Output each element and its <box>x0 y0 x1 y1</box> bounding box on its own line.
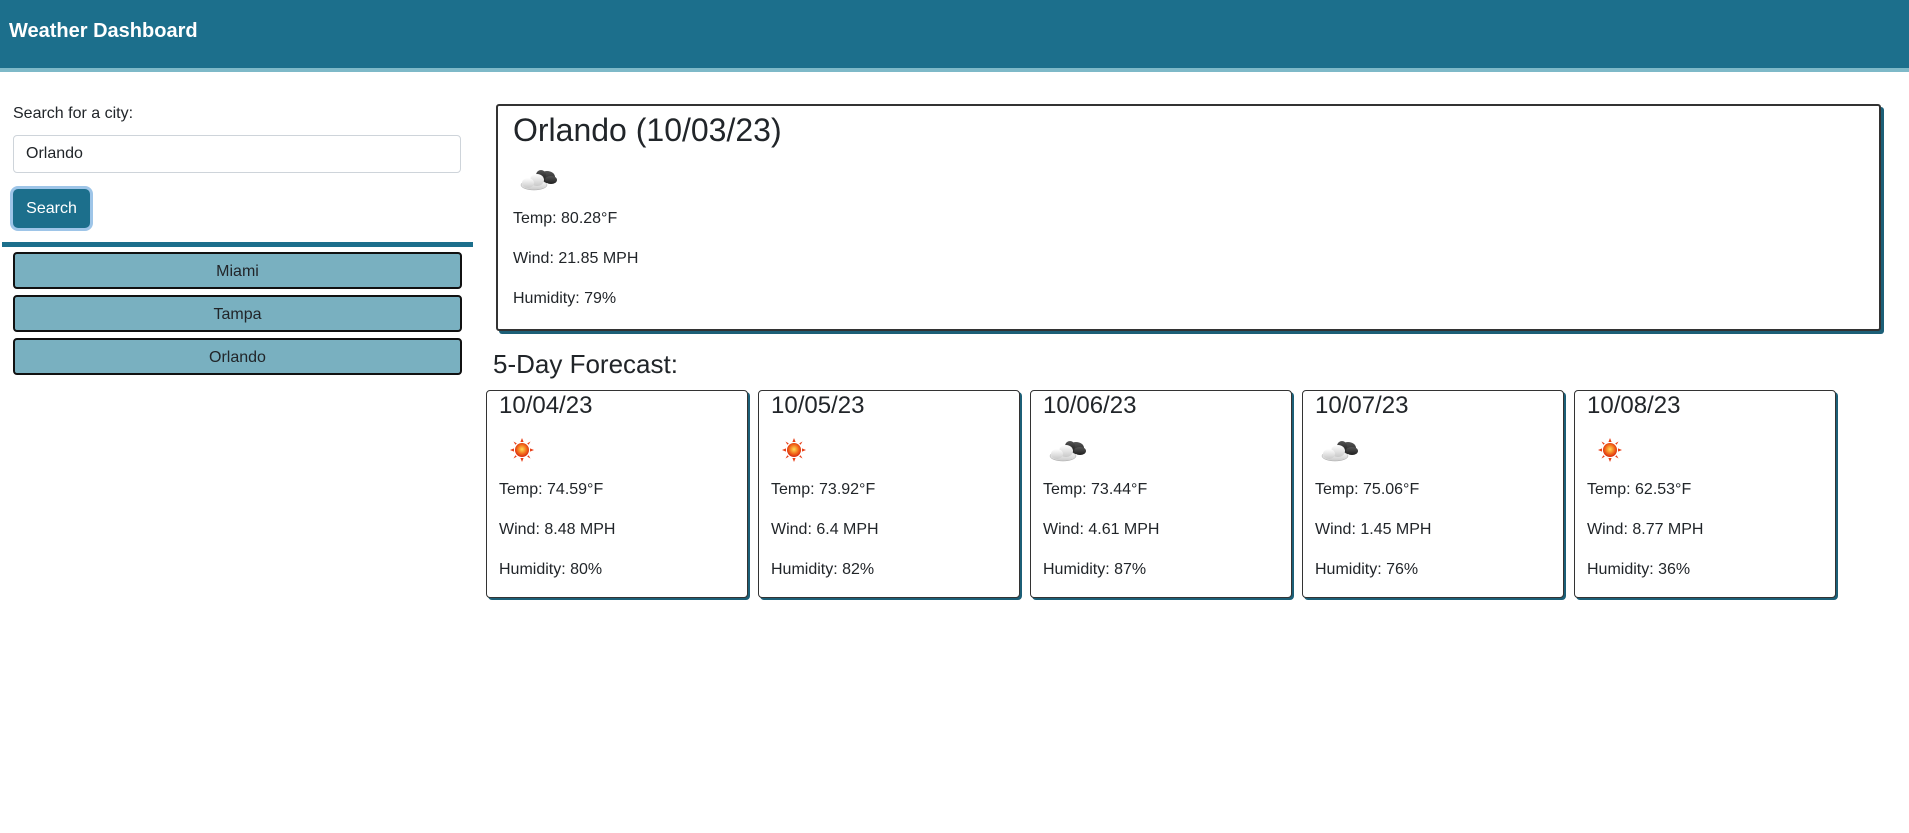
header-bar: Weather Dashboard <box>0 0 1909 72</box>
search-history-list: Miami Tampa Orlando <box>13 252 462 381</box>
app-title: Weather Dashboard <box>9 20 198 42</box>
forecast-wind: Wind: 1.45 MPH <box>1315 521 1432 538</box>
forecast-card: 10/05/23 Temp: 73.92°F Wind: 6.4 MPH Hum… <box>758 390 1020 598</box>
forecast-temp: Temp: 62.53°F <box>1587 481 1692 498</box>
forecast-wind: Wind: 6.4 MPH <box>771 521 879 538</box>
search-label: Search for a city: <box>13 105 134 122</box>
forecast-humidity: Humidity: 82% <box>771 561 875 578</box>
forecast-date: 10/04/23 <box>499 392 593 419</box>
forecast-date: 10/05/23 <box>771 392 865 419</box>
current-wind: Wind: 21.85 MPH <box>513 250 639 267</box>
forecast-temp: Temp: 74.59°F <box>499 481 604 498</box>
forecast-date: 10/07/23 <box>1315 392 1409 419</box>
cloud-icon <box>516 166 558 192</box>
forecast-card: 10/06/23 Temp: 73.44°F Wind: 4.61 MPH Hu… <box>1030 390 1292 598</box>
forecast-humidity: Humidity: 87% <box>1043 561 1147 578</box>
forecast-card: 10/04/23 Temp: 74.59°F Wind: 8.48 MPH Hu… <box>486 390 748 598</box>
history-button-tampa[interactable]: Tampa <box>13 295 462 332</box>
forecast-temp: Temp: 73.44°F <box>1043 481 1148 498</box>
current-temp: Temp: 80.28°F <box>513 210 618 227</box>
search-button[interactable]: Search <box>13 189 90 228</box>
sun-icon <box>1589 437 1631 463</box>
forecast-card: 10/08/23 Temp: 62.53°F Wind: 8.77 MPH Hu… <box>1574 390 1836 598</box>
forecast-wind: Wind: 8.48 MPH <box>499 521 616 538</box>
cloud-icon <box>1045 437 1087 463</box>
cloud-icon <box>1317 437 1359 463</box>
city-search-input[interactable] <box>13 135 461 173</box>
sun-icon <box>501 437 543 463</box>
forecast-temp: Temp: 73.92°F <box>771 481 876 498</box>
forecast-wind: Wind: 4.61 MPH <box>1043 521 1160 538</box>
current-humidity: Humidity: 79% <box>513 290 617 307</box>
forecast-card: 10/07/23 Temp: 75.06°F Wind: 1.45 MPH Hu… <box>1302 390 1564 598</box>
forecast-date: 10/08/23 <box>1587 392 1681 419</box>
current-city-title: Orlando (10/03/23) <box>513 112 782 148</box>
sidebar-divider <box>2 242 473 247</box>
history-button-orlando[interactable]: Orlando <box>13 338 462 375</box>
forecast-temp: Temp: 75.06°F <box>1315 481 1420 498</box>
forecast-heading: 5-Day Forecast: <box>493 349 678 379</box>
history-button-miami[interactable]: Miami <box>13 252 462 289</box>
forecast-humidity: Humidity: 76% <box>1315 561 1419 578</box>
forecast-wind: Wind: 8.77 MPH <box>1587 521 1704 538</box>
forecast-humidity: Humidity: 80% <box>499 561 603 578</box>
current-weather-card: Orlando (10/03/23) Temp: 80.28°F Wind: 2… <box>496 104 1881 331</box>
sun-icon <box>773 437 815 463</box>
forecast-humidity: Humidity: 36% <box>1587 561 1691 578</box>
forecast-date: 10/06/23 <box>1043 392 1137 419</box>
forecast-row: 10/04/23 Temp: 74.59°F Wind: 8.48 MPH Hu… <box>486 390 1836 600</box>
